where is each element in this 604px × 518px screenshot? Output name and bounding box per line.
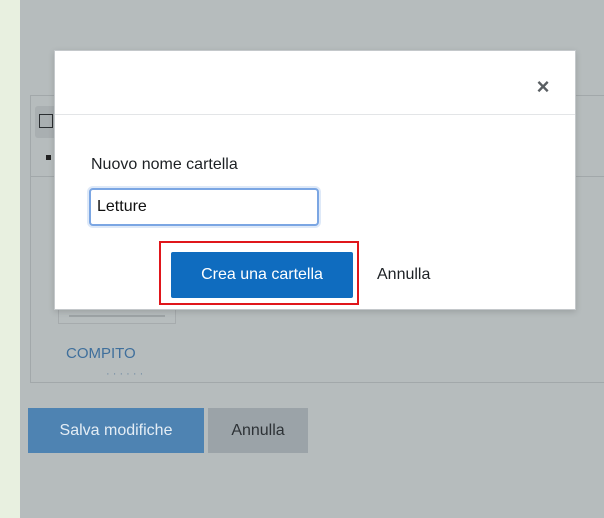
file-name-link[interactable]: COMPITO	[66, 345, 136, 362]
close-icon[interactable]: ×	[533, 76, 553, 98]
folder-name-label: Nuovo nome cartella	[91, 156, 238, 173]
dialog-cancel-button[interactable]: Annulla	[377, 263, 430, 287]
folder-name-input[interactable]	[89, 188, 319, 226]
thumbnail-shadow	[69, 315, 165, 317]
file-subtitle-cut: · · · · · ·	[106, 372, 144, 380]
create-folder-dialog: × Nuovo nome cartella Crea una cartella …	[54, 50, 576, 310]
square-icon	[39, 114, 53, 128]
page-cancel-button[interactable]: Annulla	[208, 408, 308, 453]
create-folder-button[interactable]: Crea una cartella	[171, 252, 353, 298]
bullet-icon	[46, 155, 51, 160]
save-changes-button[interactable]: Salva modifiche	[28, 408, 204, 453]
dialog-header: ×	[55, 51, 575, 115]
